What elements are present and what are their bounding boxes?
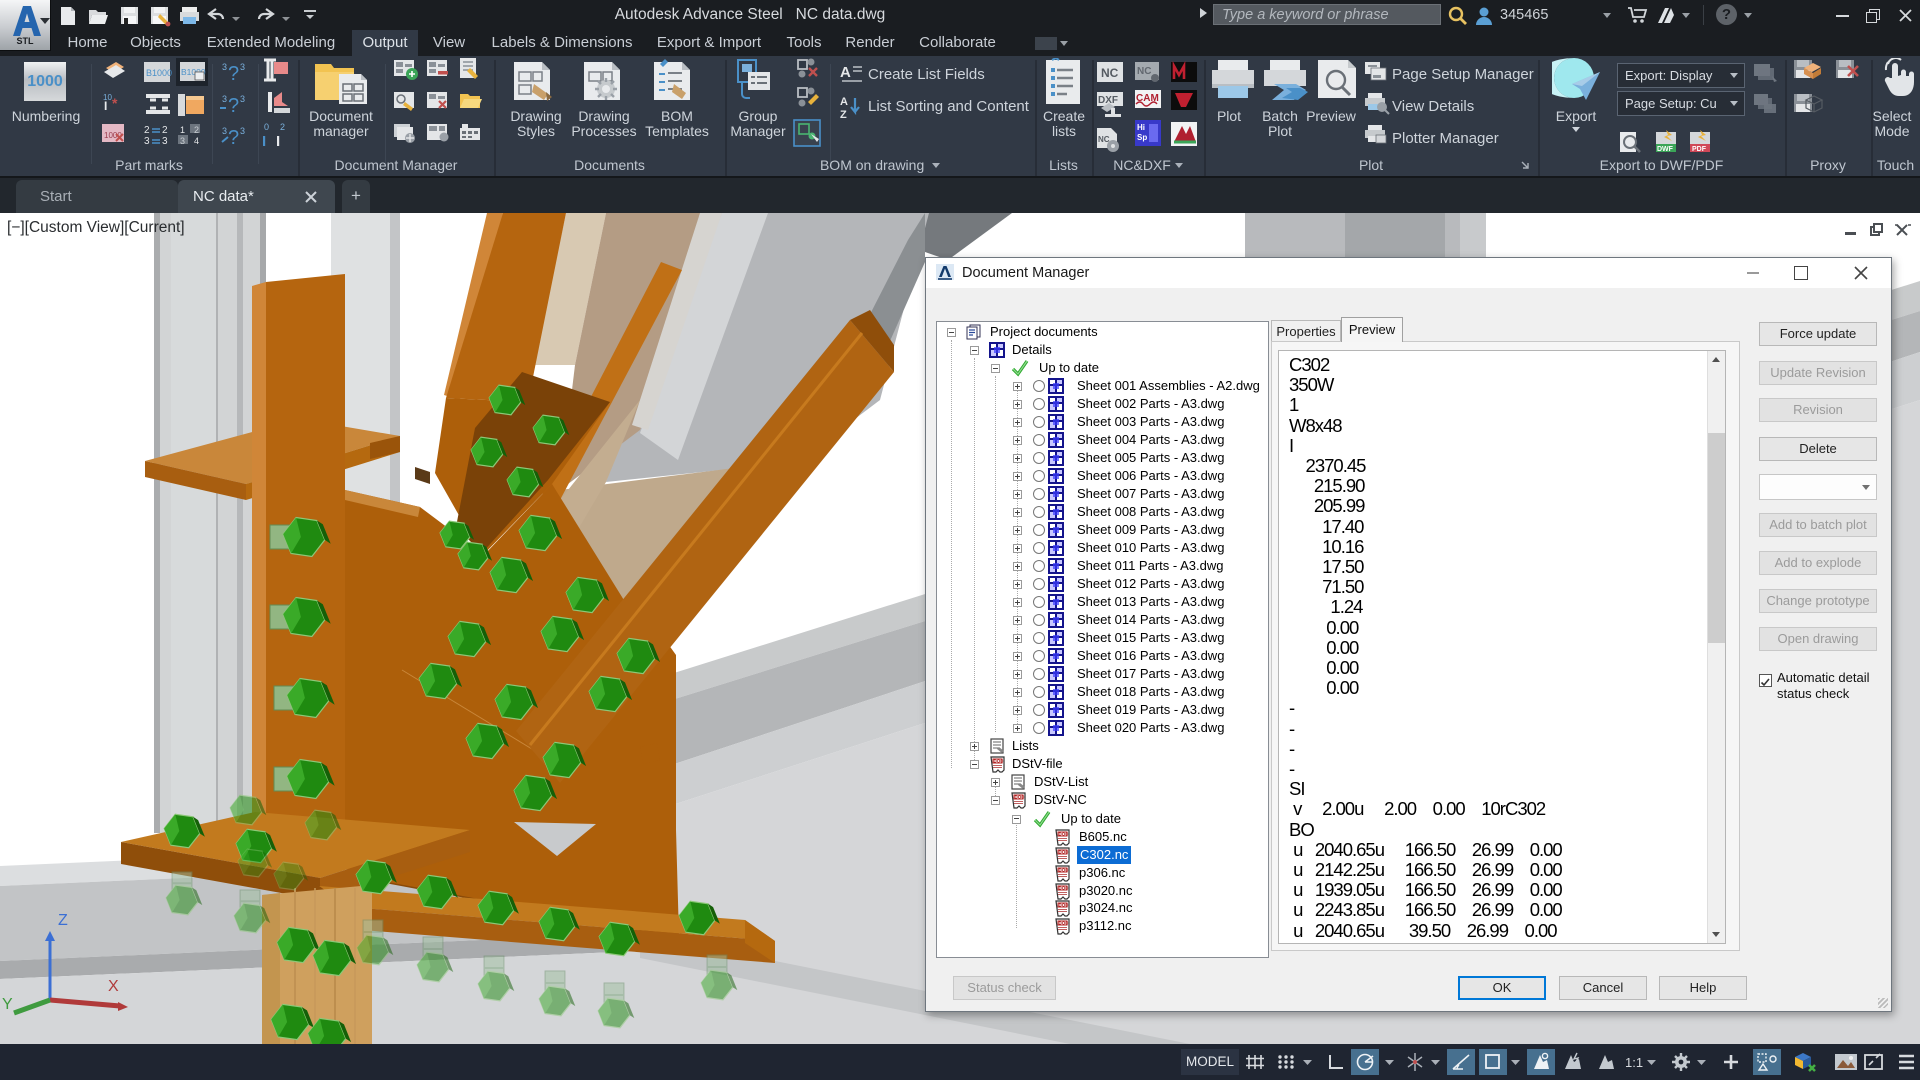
svg-text:A: A (840, 64, 851, 81)
svg-text:DOC: DOC (1059, 832, 1070, 837)
svg-text:DOC: DOC (994, 759, 1005, 764)
svg-text:2: 2 (280, 122, 285, 132)
svg-text:DOC: DOC (1059, 921, 1070, 926)
svg-text:DOC: DOC (1059, 885, 1070, 890)
svg-text:DOC: DOC (1059, 850, 1070, 855)
svg-text:3: 3 (144, 136, 150, 147)
svg-text:3: 3 (222, 126, 227, 136)
svg-text:I: I (276, 133, 280, 150)
svg-text:3: 3 (240, 62, 245, 72)
svg-text:?: ? (228, 95, 239, 117)
svg-text:0: 0 (264, 122, 269, 132)
svg-text:Z: Z (840, 109, 847, 120)
svg-text:PDF: PDF (1692, 146, 1707, 153)
svg-text:1:1: 1:1 (1625, 1055, 1643, 1070)
svg-text:Z: Z (58, 912, 68, 929)
svg-text:?: ? (228, 63, 239, 85)
svg-text:?: ? (228, 127, 239, 149)
svg-text:A: A (840, 96, 848, 108)
svg-text:Hi: Hi (1137, 123, 1145, 132)
svg-text:4: 4 (194, 136, 199, 146)
svg-text:B1000: B1000 (146, 68, 172, 78)
svg-text:2: 2 (144, 125, 150, 136)
svg-text:DOC: DOC (1059, 867, 1070, 872)
svg-text:3: 3 (162, 136, 168, 147)
svg-text:Sp: Sp (1137, 133, 1147, 142)
svg-text:1: 1 (180, 125, 185, 135)
svg-text:3: 3 (240, 94, 245, 104)
svg-text:3: 3 (240, 126, 245, 136)
svg-text:DWF: DWF (1657, 146, 1674, 153)
svg-text:DOC: DOC (1059, 903, 1070, 908)
svg-text:NC: NC (1137, 66, 1151, 77)
svg-text:X: X (108, 978, 119, 995)
svg-text:I: I (262, 133, 266, 150)
svg-text:Y: Y (2, 996, 13, 1013)
svg-text:NC: NC (1101, 66, 1119, 80)
svg-text:3: 3 (222, 94, 227, 104)
svg-text:NC: NC (1098, 135, 1110, 144)
svg-text:STL: STL (17, 36, 35, 46)
svg-text:DOC: DOC (1015, 795, 1026, 800)
svg-text:3: 3 (222, 62, 227, 72)
svg-text:I: I (104, 99, 107, 113)
svg-text:2: 2 (162, 125, 168, 136)
svg-text:*: * (112, 95, 118, 111)
